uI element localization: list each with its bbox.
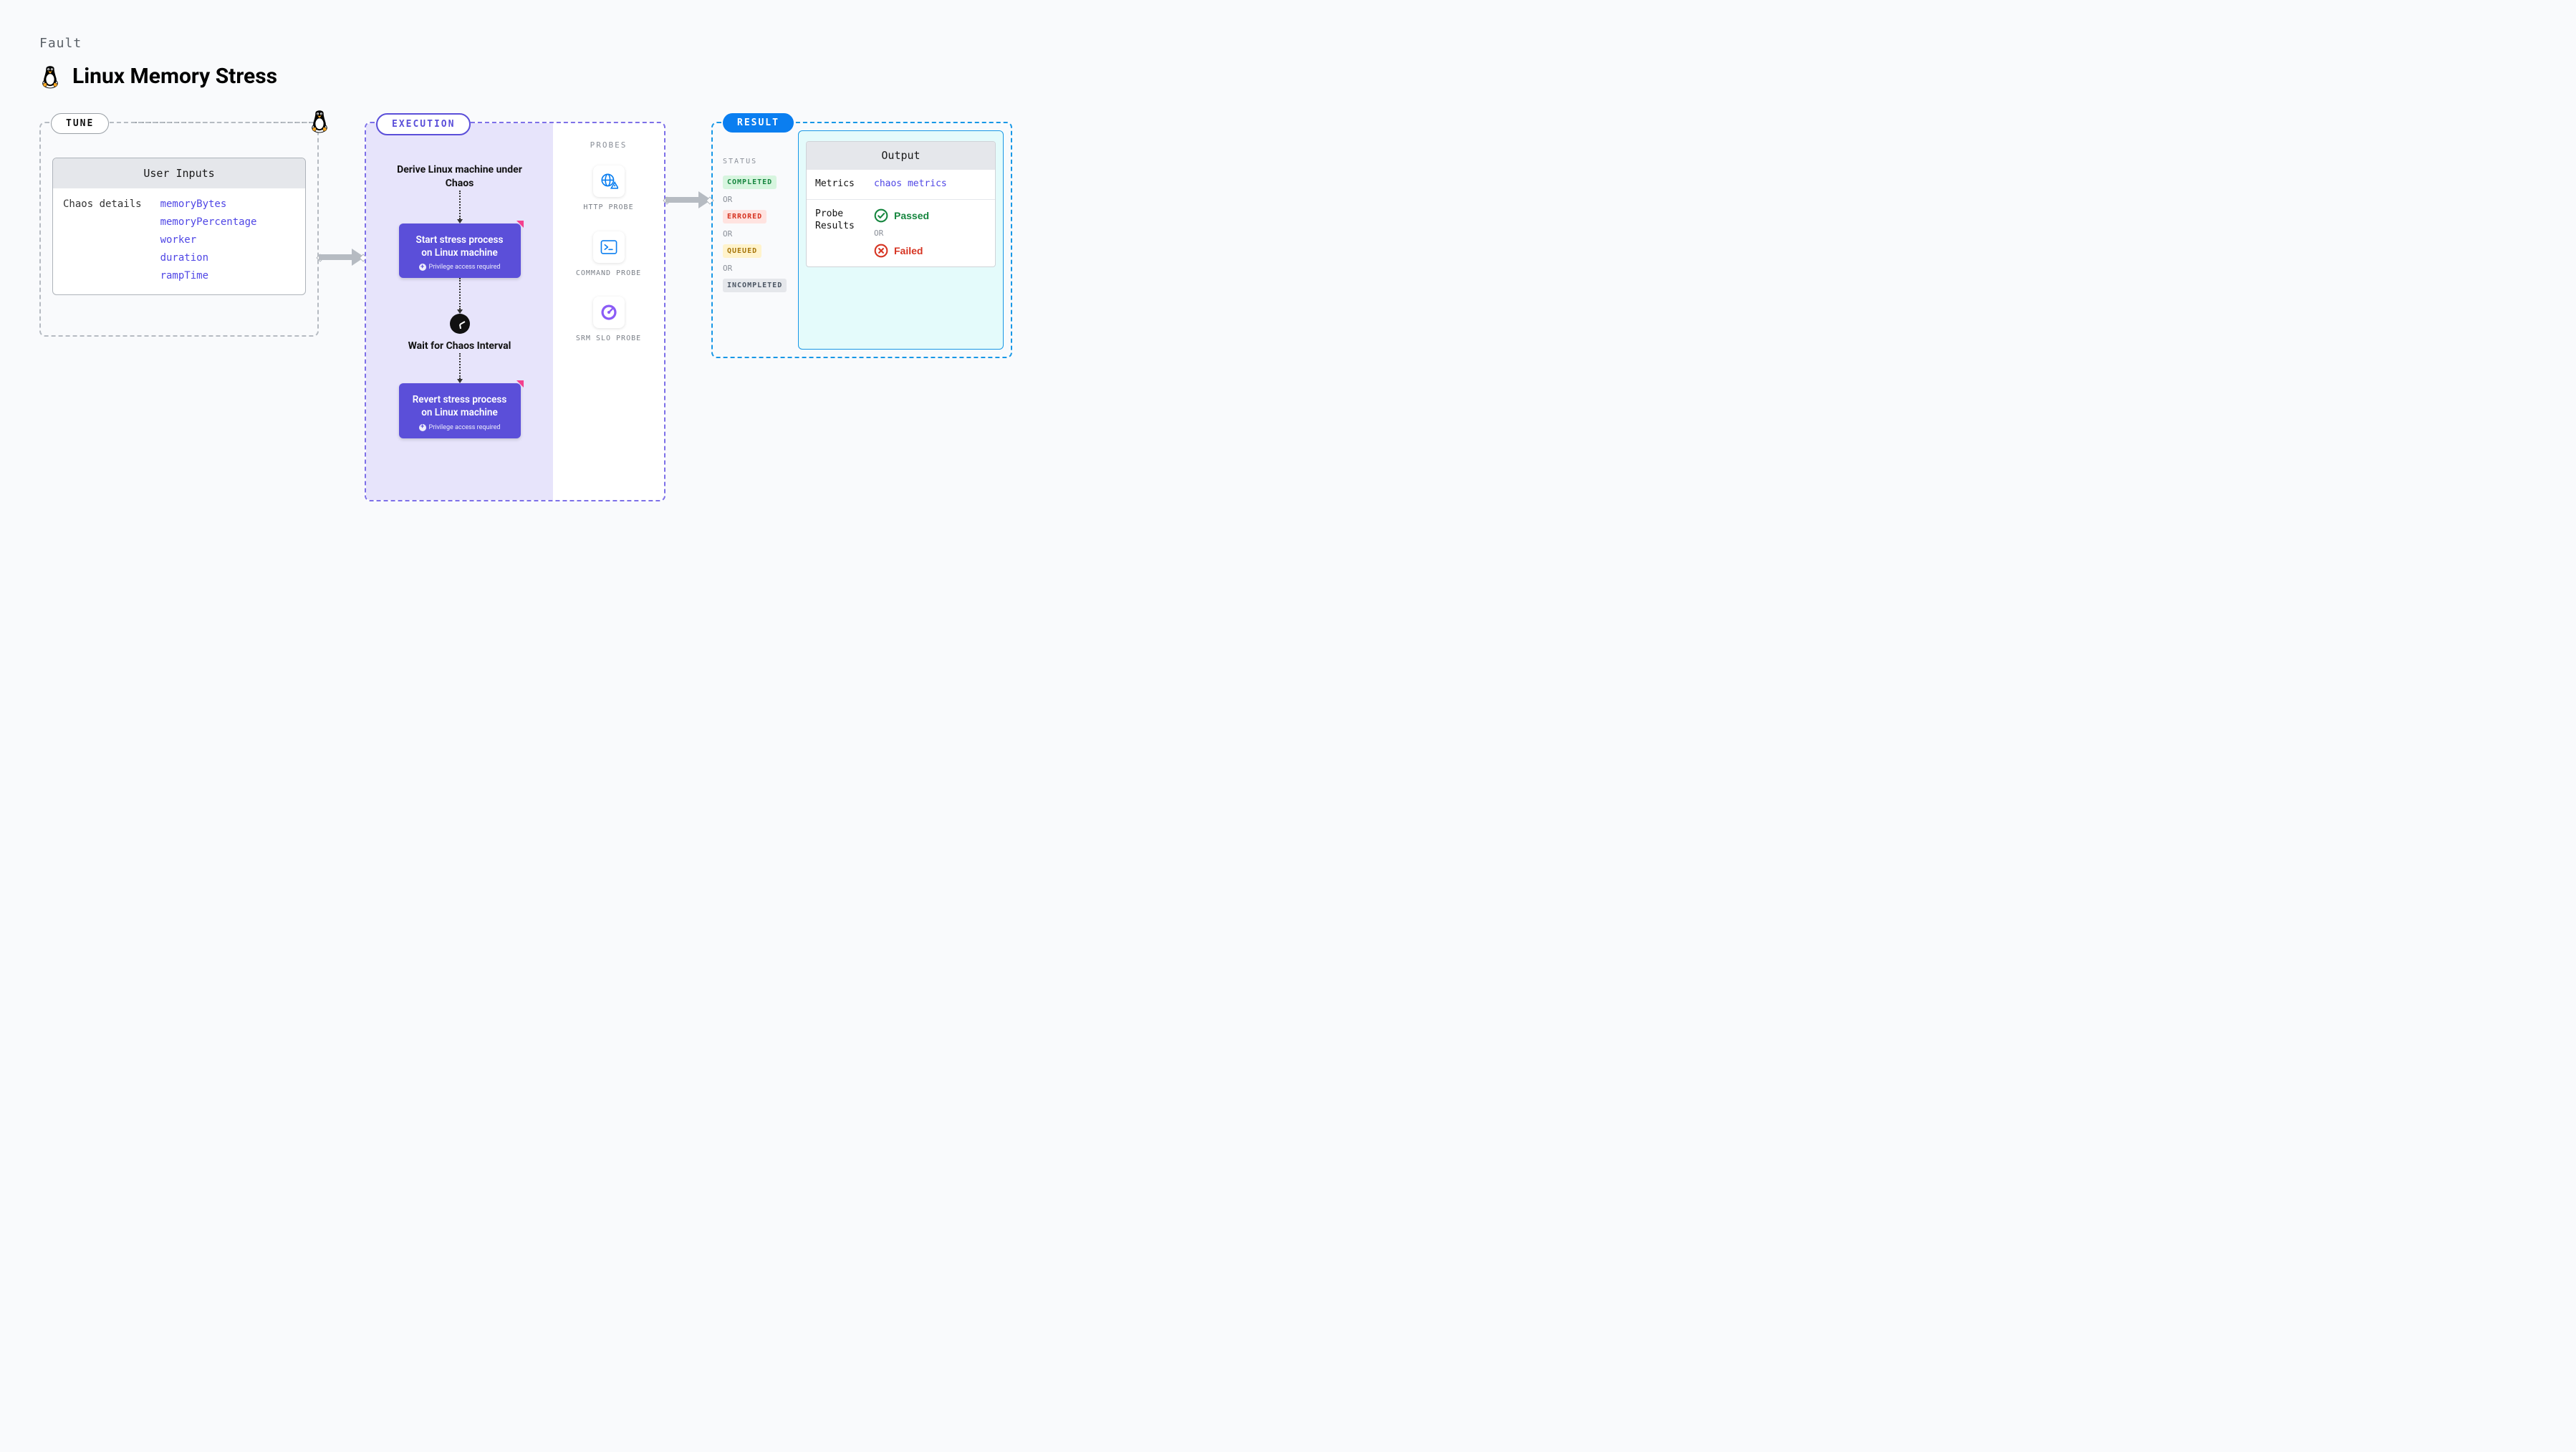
privilege-tag-icon: [516, 221, 524, 228]
page-title-row: Linux Memory Stress: [39, 64, 2537, 89]
globe-icon: [600, 172, 618, 191]
or-label: OR: [723, 264, 789, 273]
input-item: memoryBytes: [160, 198, 257, 210]
probe-label: HTTP PROBE: [583, 203, 633, 213]
failed-label: Failed: [894, 245, 923, 256]
probe-passed: Passed: [874, 208, 929, 223]
execution-column: EXECUTION Derive Linux machine under Cha…: [365, 122, 665, 501]
status-title: STATUS: [723, 158, 789, 165]
page-title: Linux Memory Stress: [72, 64, 277, 89]
tune-column: TUNE User Inputs Chaos details memoryByt…: [39, 122, 319, 337]
execution-panel: EXECUTION Derive Linux machine under Cha…: [365, 122, 665, 501]
passed-label: Passed: [894, 210, 929, 221]
clock-icon: [450, 314, 470, 334]
probe-http: HTTP PROBE: [559, 165, 658, 213]
status-queued: QUEUED: [723, 244, 761, 258]
probe-results-label: Probe Results: [815, 208, 861, 233]
or-label: OR: [723, 229, 789, 239]
probe-label: COMMAND PROBE: [576, 269, 641, 279]
output-title: Output: [807, 142, 995, 169]
check-icon: [874, 208, 888, 223]
result-column: RESULT STATUS COMPLETED OR ERRORED OR QU…: [711, 122, 1012, 358]
chaos-details-label: Chaos details: [63, 198, 142, 282]
status-incompleted: INCOMPLETED: [723, 279, 787, 292]
step-title: Revert stress process on Linux machine: [410, 393, 509, 419]
result-pill: RESULT: [723, 113, 794, 133]
or-label: OR: [874, 229, 929, 238]
step-subtitle: Privilege access required: [410, 424, 509, 431]
step-wait: Wait for Chaos Interval: [408, 340, 511, 353]
step-derive: Derive Linux machine under Chaos: [385, 163, 535, 191]
output-row-metrics: Metrics chaos metrics: [807, 169, 995, 199]
diagram-canvas: TUNE User Inputs Chaos details memoryByt…: [39, 122, 2537, 501]
privilege-tag-icon: [516, 380, 524, 388]
input-item: worker: [160, 234, 257, 246]
step-subtitle: Privilege access required: [410, 264, 509, 271]
result-panel: RESULT STATUS COMPLETED OR ERRORED OR QU…: [711, 122, 1012, 358]
step-revert-stress: Revert stress process on Linux machine P…: [399, 383, 521, 438]
probe-srm-slo: SRM SLO PROBE: [559, 297, 658, 344]
linux-icon: [39, 64, 61, 89]
execution-pill: EXECUTION: [376, 113, 471, 135]
output-row-probe-results: Probe Results Passed OR Failed: [807, 199, 995, 266]
output-pane: Output Metrics chaos metrics Probe Resul…: [798, 130, 1004, 350]
output-card: Output Metrics chaos metrics Probe Resul…: [806, 141, 996, 267]
metrics-label: Metrics: [815, 178, 861, 191]
gauge-icon: [600, 303, 618, 322]
input-list: memoryBytes memoryPercentage worker dura…: [160, 198, 257, 282]
input-item: memoryPercentage: [160, 216, 257, 228]
linux-icon: [309, 109, 330, 133]
category-label: Fault: [39, 36, 2537, 51]
probe-command: COMMAND PROBE: [559, 231, 658, 279]
status-completed: COMPLETED: [723, 176, 777, 189]
step-start-stress: Start stress process on Linux machine Pr…: [399, 223, 521, 278]
user-inputs-card: User Inputs Chaos details memoryBytes me…: [52, 158, 306, 295]
step-title: Start stress process on Linux machine: [410, 234, 509, 259]
status-errored: ERRORED: [723, 210, 766, 223]
status-pane: STATUS COMPLETED OR ERRORED OR QUEUED OR…: [713, 123, 795, 357]
probe-label: SRM SLO PROBE: [576, 334, 641, 344]
arrow-tune-to-execution: [319, 251, 365, 264]
tune-pill: TUNE: [51, 113, 109, 134]
probes-title: PROBES: [559, 140, 658, 150]
tune-panel: TUNE User Inputs Chaos details memoryByt…: [39, 122, 319, 337]
user-inputs-title: User Inputs: [53, 158, 305, 188]
or-label: OR: [723, 195, 789, 204]
terminal-icon: [600, 238, 618, 256]
execution-flow: Derive Linux machine under Chaos Start s…: [366, 123, 553, 500]
metrics-value: chaos metrics: [874, 178, 947, 189]
probes-pane: PROBES HTTP PROBE COMMAND PROBE SRM SLO …: [553, 123, 664, 500]
x-icon: [874, 244, 888, 258]
input-item: duration: [160, 252, 257, 264]
input-item: rampTime: [160, 270, 257, 282]
arrow-execution-to-result: [665, 193, 711, 206]
probe-failed: Failed: [874, 244, 929, 258]
